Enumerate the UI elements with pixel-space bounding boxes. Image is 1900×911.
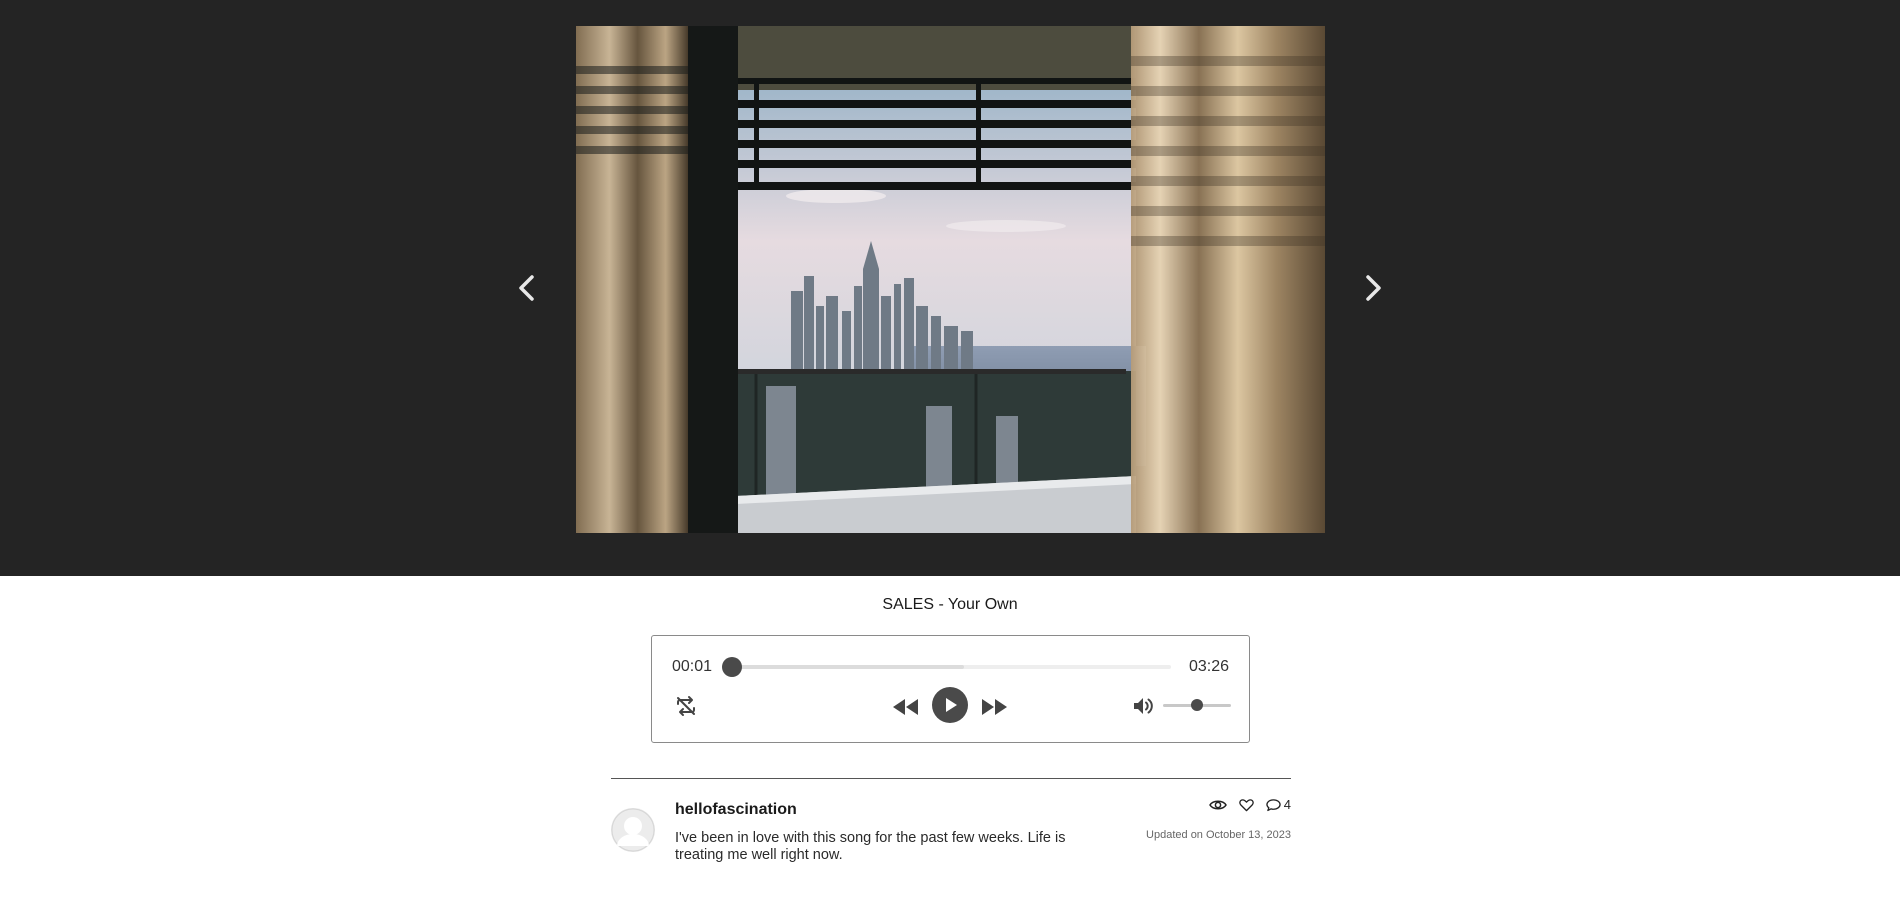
track-title: SALES - Your Own [882, 596, 1018, 613]
views-stat[interactable] [1208, 798, 1227, 812]
heart-icon [1239, 798, 1254, 811]
user-avatar[interactable] [611, 808, 655, 852]
chevron-right-icon [1366, 275, 1381, 301]
seek-handle[interactable] [722, 657, 742, 677]
seek-bar[interactable] [722, 657, 1171, 677]
play-icon [946, 698, 957, 712]
fast-forward-button[interactable] [980, 694, 1010, 720]
repeat-button[interactable] [672, 692, 700, 720]
comments-stat[interactable]: 4 [1266, 797, 1291, 812]
post-comment: I've been in love with this song for the… [675, 830, 1066, 863]
rewind-icon [893, 699, 918, 715]
volume-handle[interactable] [1191, 699, 1203, 711]
duration: 03:26 [1188, 658, 1229, 675]
post-stats: 4 [1208, 797, 1291, 812]
volume-slider[interactable] [1163, 699, 1231, 711]
avatar-icon [611, 808, 655, 852]
comment-icon [1266, 798, 1281, 811]
previous-image-button[interactable] [510, 270, 546, 306]
comment-count: 4 [1283, 797, 1291, 812]
rewind-button[interactable] [890, 694, 920, 720]
audio-player: 00:01 03:26 [651, 635, 1250, 743]
hero-section [0, 0, 1900, 576]
volume-button[interactable] [1130, 693, 1156, 719]
volume-icon [1134, 698, 1153, 714]
current-time: 00:01 [672, 658, 713, 675]
username[interactable]: hellofascination [675, 801, 797, 819]
chevron-left-icon [519, 275, 534, 301]
updated-date: Updated on October 13, 2023 [1146, 829, 1291, 841]
cover-image-art [576, 26, 1325, 533]
section-divider [611, 778, 1291, 779]
eye-icon [1208, 800, 1227, 809]
like-button[interactable] [1239, 798, 1254, 812]
seek-buffered [731, 665, 965, 669]
repeat-icon [677, 696, 695, 716]
fast-forward-icon [982, 699, 1007, 715]
cover-image [576, 26, 1325, 533]
play-button[interactable] [932, 687, 968, 723]
next-image-button[interactable] [1354, 270, 1390, 306]
